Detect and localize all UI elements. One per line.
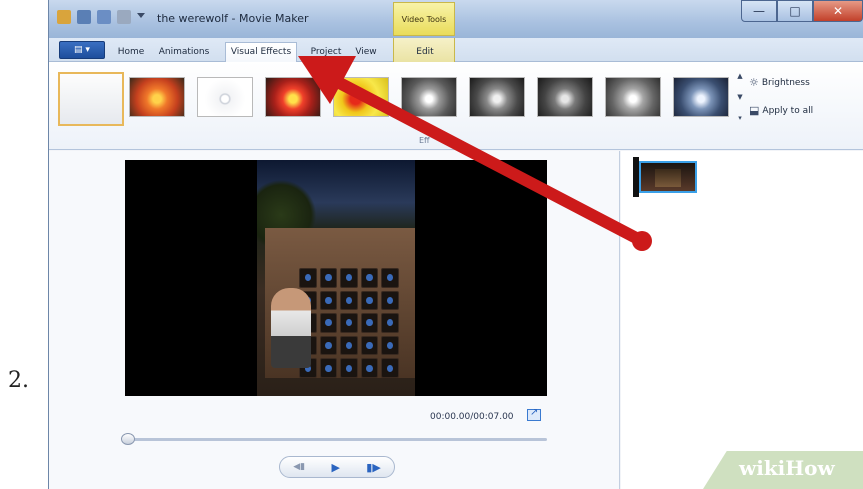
effect-blue[interactable] <box>669 71 737 123</box>
apply-to-all-button[interactable]: ⬓ Apply to all <box>749 104 813 117</box>
application-menu-button[interactable]: ▤ ▾ <box>59 41 105 59</box>
gallery-scroll: ▲ ▼ ▾ <box>735 72 745 122</box>
effect-gray-2[interactable] <box>465 71 533 123</box>
effect-gray-3[interactable] <box>533 71 601 123</box>
record-grid <box>299 268 399 378</box>
window-title: the werewolf - Movie Maker <box>157 12 309 25</box>
effect-yellow[interactable] <box>329 71 397 123</box>
save-icon[interactable] <box>77 10 91 24</box>
gallery-down-icon[interactable]: ▼ <box>737 93 742 101</box>
brightness-button[interactable]: ☼ Brightness <box>749 76 810 89</box>
effect-thumbnail <box>537 77 593 117</box>
effect-thumbnail <box>129 77 185 117</box>
title-bar: the werewolf - Movie Maker Video Tools —… <box>49 0 863 38</box>
previous-frame-icon[interactable]: ◀▮ <box>293 462 305 472</box>
stage: 2. the werewolf - Movie Maker Video Tool… <box>0 0 863 489</box>
maximize-button[interactable]: □ <box>777 0 813 22</box>
gallery-more-icon[interactable]: ▾ <box>738 114 742 122</box>
effect-thumbnail <box>265 77 321 117</box>
video-preview[interactable] <box>125 160 547 396</box>
effect-no-effect[interactable] <box>57 71 125 126</box>
clip-thumbnail <box>655 169 681 187</box>
timecode: 00:00.00/00:07.00 <box>430 412 514 422</box>
tab-view[interactable]: View <box>349 43 383 62</box>
effect-thumbnail <box>673 77 729 117</box>
storyboard-pane <box>621 151 863 489</box>
apply-all-icon: ⬓ <box>749 104 760 117</box>
effect-gray-4[interactable] <box>601 71 669 123</box>
pop-out-preview-button[interactable] <box>527 407 541 421</box>
wikihow-logo: wikiHow <box>739 456 835 480</box>
preview-pane: 00:00.00/00:07.00 ◀▮ ▶ ▮▶ <box>49 151 620 489</box>
quick-access-toolbar <box>57 10 145 24</box>
tab-animations[interactable]: Animations <box>155 43 213 62</box>
ribbon-tabs: ▤ ▾ Home Animations Visual Effects Proje… <box>49 38 863 63</box>
effect-thumbnail <box>333 77 389 117</box>
sun-icon: ☼ <box>749 76 759 89</box>
video-frame <box>257 160 415 396</box>
video-tools-context-title: Video Tools <box>393 2 455 36</box>
effect-thumbnail <box>469 77 525 117</box>
effect-gray-1[interactable] <box>397 71 465 123</box>
redo-icon[interactable] <box>117 10 131 24</box>
tab-visual-effects[interactable]: Visual Effects <box>225 42 297 63</box>
effects-group-label: Eff <box>419 136 430 145</box>
window-controls: — □ ✕ <box>741 0 863 22</box>
tab-edit[interactable]: Edit <box>405 43 445 62</box>
seek-handle[interactable] <box>121 433 135 445</box>
tab-home[interactable]: Home <box>113 43 149 62</box>
close-button[interactable]: ✕ <box>813 0 863 22</box>
effects-gallery <box>57 71 737 126</box>
effect-red-orange[interactable] <box>261 71 329 123</box>
effect-orange[interactable] <box>125 71 193 123</box>
playback-controls: ◀▮ ▶ ▮▶ <box>279 456 395 478</box>
brightness-label: Brightness <box>761 77 810 88</box>
gallery-up-icon[interactable]: ▲ <box>737 72 742 80</box>
step-number: 2. <box>8 368 29 393</box>
play-icon[interactable]: ▶ <box>331 461 339 474</box>
app-icon <box>57 10 71 24</box>
effect-thumbnail <box>197 77 253 117</box>
customize-toolbar-icon[interactable] <box>137 13 145 21</box>
timeline-clip[interactable] <box>633 157 697 197</box>
effect-thumbnail <box>58 72 124 126</box>
seek-bar[interactable] <box>125 438 547 441</box>
movie-maker-window: the werewolf - Movie Maker Video Tools —… <box>48 0 863 489</box>
person-figure <box>271 288 311 368</box>
next-frame-icon[interactable]: ▮▶ <box>366 461 381 474</box>
undo-icon[interactable] <box>97 10 111 24</box>
tab-project[interactable]: Project <box>305 43 347 62</box>
apply-all-label: Apply to all <box>762 105 814 116</box>
effect-thumbnail <box>401 77 457 117</box>
minimize-button[interactable]: — <box>741 0 777 22</box>
effect-sketch[interactable] <box>193 71 261 123</box>
effect-thumbnail <box>605 77 661 117</box>
ribbon-panel: ▲ ▼ ▾ ☼ Brightness ⬓ Apply to all Eff <box>49 62 863 150</box>
